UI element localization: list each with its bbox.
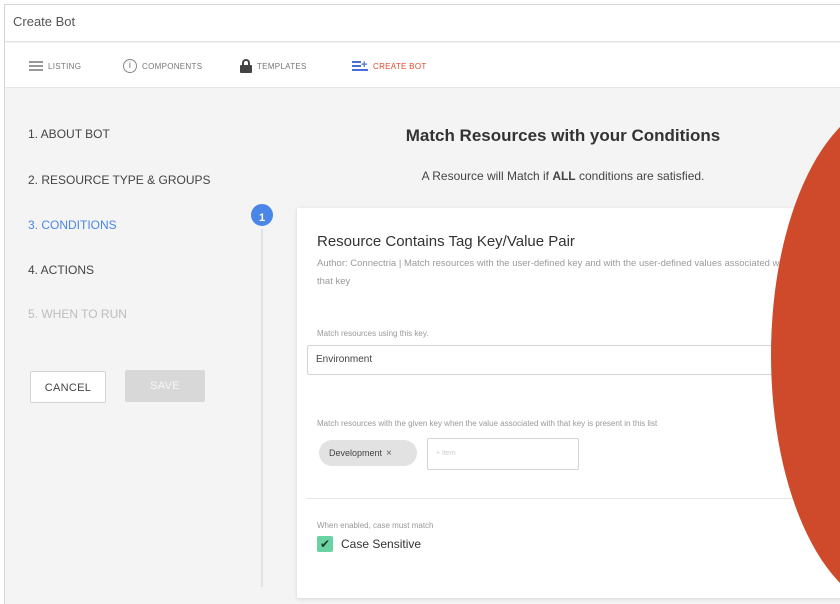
wizard-steps: 1. ABOUT BOT 2. RESOURCE TYPE & GROUPS 3…: [5, 89, 255, 604]
step-resource-type[interactable]: 2. RESOURCE TYPE & GROUPS: [28, 173, 211, 187]
title-bar: Create Bot: [5, 5, 840, 42]
page-title: Match Resources with your Conditions: [405, 126, 721, 145]
condition-number-badge: 1: [248, 201, 276, 229]
save-button: SAVE: [125, 370, 205, 402]
add-value-input[interactable]: + Item: [427, 438, 579, 470]
page-subtitle: A Resource will Match if ALL conditions …: [421, 169, 705, 183]
tab-create-bot[interactable]: + CREATE BOT: [352, 58, 427, 74]
case-sensitive-checkbox[interactable]: ✔: [317, 536, 333, 552]
tab-components[interactable]: i COMPONENTS: [123, 58, 202, 74]
tab-templates[interactable]: TEMPLATES: [240, 58, 307, 74]
values-field-label: Match resources with the given key when …: [317, 419, 658, 428]
key-field-label: Match resources using this key.: [317, 329, 429, 338]
step-when-to-run: 5. WHEN TO RUN: [28, 307, 127, 321]
tab-label: COMPONENTS: [142, 61, 203, 71]
step-about-bot[interactable]: 1. ABOUT BOT: [28, 127, 110, 141]
list-icon: [29, 61, 43, 71]
close-icon[interactable]: ×: [386, 448, 392, 459]
step-conditions[interactable]: 3. CONDITIONS: [28, 218, 117, 232]
tab-label: CREATE BOT: [373, 61, 427, 71]
tab-listing[interactable]: LISTING: [29, 58, 81, 74]
tab-label: LISTING: [48, 61, 82, 71]
app-window: Create Bot LISTING i COMPONENTS TEMPLATE…: [4, 4, 840, 604]
condition-description: Author: Connectria | Match resources wit…: [317, 258, 790, 287]
chip-label: Development: [329, 448, 383, 458]
lock-icon: [240, 59, 252, 73]
window-title: Create Bot: [13, 14, 76, 29]
add-list-icon: +: [352, 59, 368, 72]
case-sensitive-label[interactable]: Case Sensitive: [341, 537, 421, 551]
info-circle-icon: i: [123, 59, 137, 73]
step-actions[interactable]: 4. ACTIONS: [28, 263, 94, 277]
tag-key-input[interactable]: Environment: [307, 345, 827, 375]
value-chip: Development ×: [319, 440, 417, 466]
condition-card: Resource Contains Tag Key/Value Pair Aut…: [297, 208, 840, 598]
cancel-button[interactable]: CANCEL: [30, 371, 106, 403]
case-hint: When enabled, case must match: [317, 521, 434, 530]
timeline-line: [261, 227, 263, 587]
toolbar: LISTING i COMPONENTS TEMPLATES + CREATE …: [5, 43, 840, 88]
condition-title: Resource Contains Tag Key/Value Pair: [317, 233, 575, 250]
tab-label: TEMPLATES: [257, 61, 307, 71]
divider: [307, 498, 827, 499]
